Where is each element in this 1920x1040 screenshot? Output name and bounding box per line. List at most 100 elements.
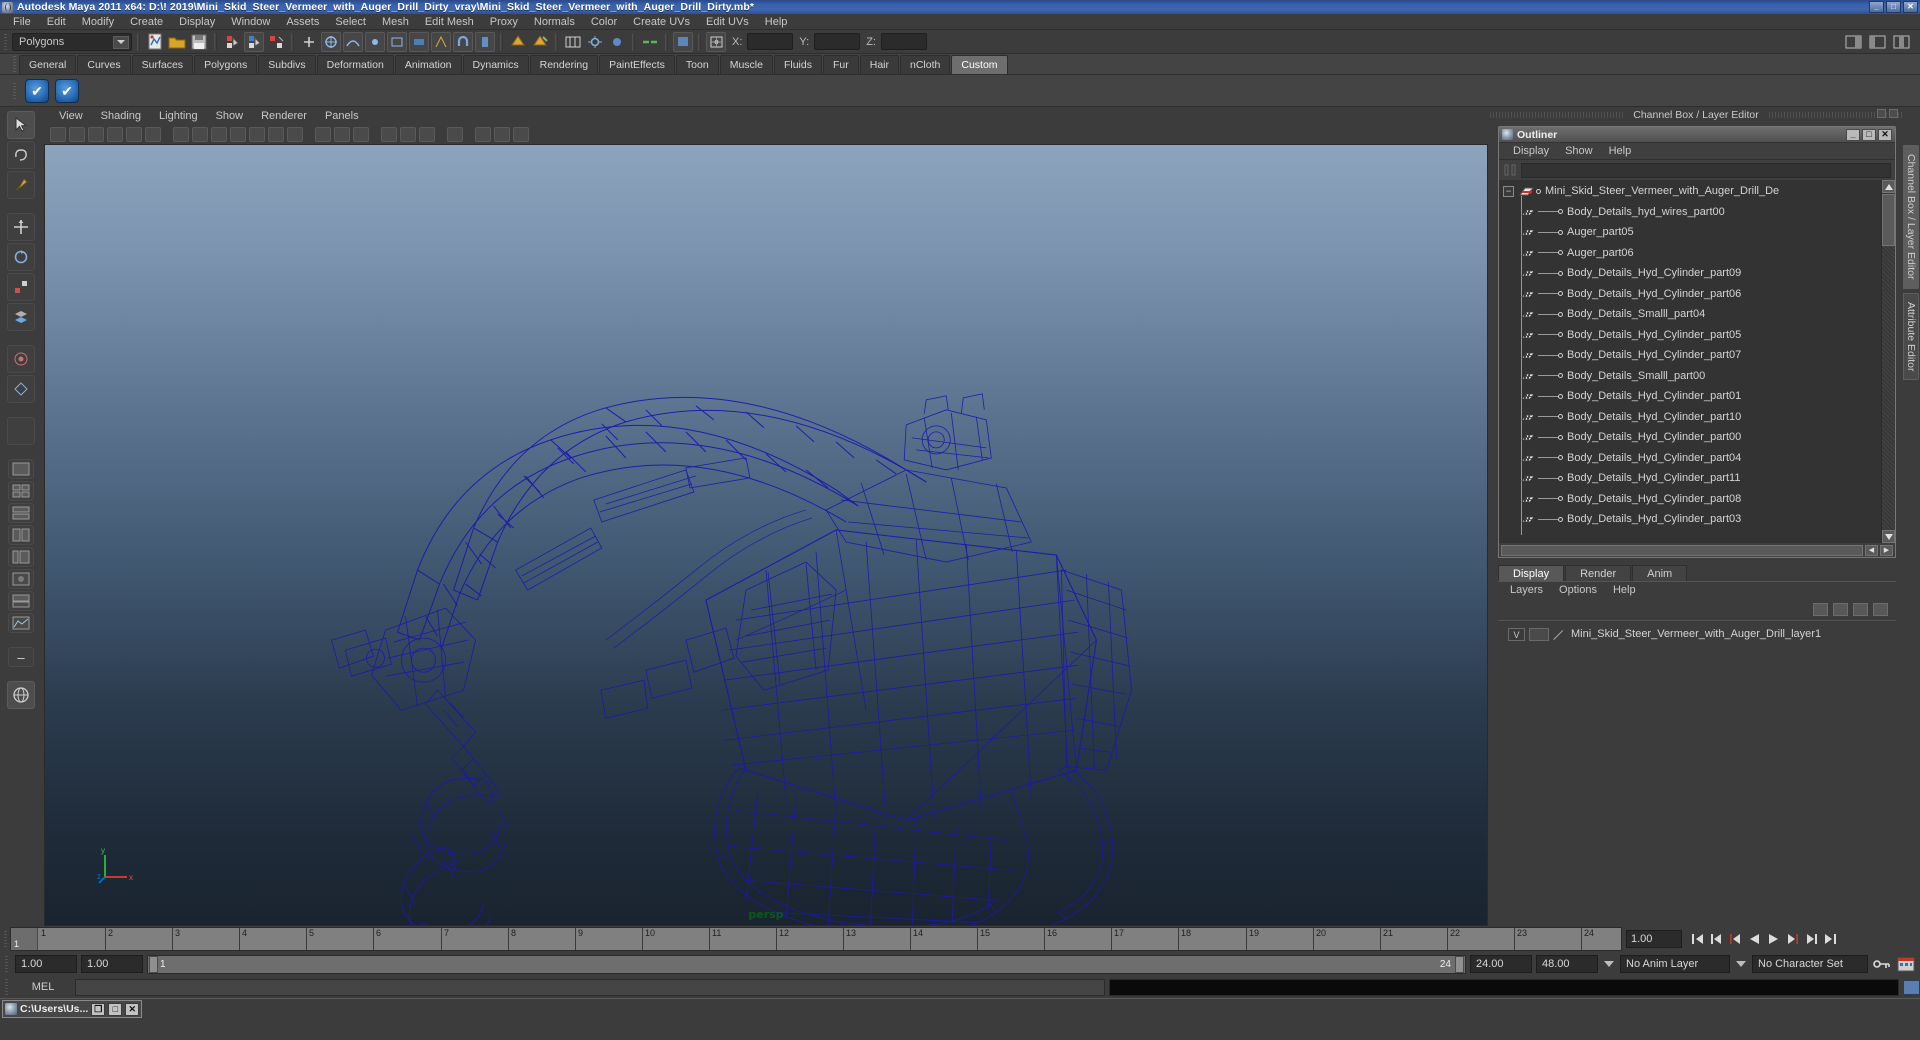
outliner-item-row[interactable]: Body_Details_Hyd_Cylinder_part10 [1499,407,1881,428]
filter-icon[interactable] [1503,163,1517,177]
outliner-item-row[interactable]: Body_Details_Hyd_Cylinder_part07 [1499,345,1881,366]
outliner-item-row[interactable]: Body_Details_hyd_wires_part00 [1499,202,1881,223]
selection-mode-dropdown[interactable]: Polygons [12,32,132,51]
shelf-tab-fluids[interactable]: Fluids [773,55,822,74]
scrollbar-thumb[interactable] [1882,194,1895,246]
menu-modify[interactable]: Modify [74,14,122,30]
shade-wireframe-icon[interactable] [249,126,265,142]
layer-menu-help[interactable]: Help [1605,584,1644,596]
play-backwards-icon[interactable] [1745,930,1763,948]
new-layer-icon[interactable] [1813,602,1828,616]
range-start-time-field[interactable]: 1.00 [81,955,143,973]
menu-display[interactable]: Display [171,14,223,30]
undo-icon[interactable] [222,32,242,52]
side-tab-attribute-editor[interactable]: Attribute Editor [1903,292,1919,380]
layer-menu-options[interactable]: Options [1551,584,1605,596]
outliner-item-row[interactable]: Auger_part05 [1499,222,1881,243]
smooth-shade-all-icon[interactable] [192,126,208,142]
hscrollbar-thumb[interactable] [1501,544,1863,556]
toggle-sidebar-icon[interactable] [1843,32,1863,52]
z-input[interactable] [880,33,927,50]
scroll-left-icon[interactable]: ◀ [1865,544,1878,556]
scroll-right-icon[interactable]: ▶ [1880,544,1893,556]
smooth-shade-selected-icon[interactable] [211,126,227,142]
go-to-start-icon[interactable] [1688,930,1706,948]
x-input[interactable] [747,33,794,50]
tab-display[interactable]: Display [1498,565,1565,581]
toggle-attribute-editor-icon[interactable] [1867,32,1887,52]
layout-four-view-icon[interactable] [8,481,34,501]
outliner-item-row[interactable]: Body_Details_Hyd_Cylinder_part11 [1499,468,1881,489]
check-icon[interactable]: ✔ [55,78,79,103]
layout-hypershade-icon[interactable] [8,569,34,589]
outliner-item-row[interactable]: Body_Details_Hyd_Cylinder_part08 [1499,489,1881,510]
outliner-item-row[interactable]: Body_Details_Hyd_Cylinder_part00 [1499,427,1881,448]
step-forward-key-icon[interactable] [1802,930,1820,948]
outliner-menu-show[interactable]: Show [1557,145,1601,157]
render-globals-icon[interactable] [530,32,550,52]
outliner-item-row[interactable]: Body_Details_Hyd_Cylinder_part03 [1499,509,1881,530]
menu-create-uvs[interactable]: Create UVs [625,14,698,30]
xray-joints-icon[interactable] [353,126,369,142]
render-settings-icon[interactable] [585,32,605,52]
layer-row[interactable]: V Mini_Skid_Steer_Vermeer_with_Auger_Dri… [1498,625,1896,643]
tab-render[interactable]: Render [1565,565,1632,581]
rotate-tool-icon[interactable] [7,243,35,271]
layout-two-stacked-icon[interactable] [8,503,34,523]
scroll-down-icon[interactable] [1882,530,1895,543]
taskbar-item[interactable]: C:\Users\Us... ❐ □ ✕ [2,1000,143,1018]
select-camera-icon[interactable] [50,126,66,142]
perspective-viewport[interactable]: y x z persp [44,144,1488,926]
display-layer-list[interactable]: V Mini_Skid_Steer_Vermeer_with_Auger_Dri… [1498,620,1896,926]
anim-end-time-field[interactable]: 48.00 [1536,955,1598,973]
check-icon[interactable]: ✔ [25,78,49,103]
menu-edit[interactable]: Edit [39,14,74,30]
component-mode-icon[interactable] [706,31,726,52]
shelf-tab-general[interactable]: General [19,55,77,74]
outliner-item-row[interactable]: Body_Details_Hyd_Cylinder_part06 [1499,284,1881,305]
move-layer-down-icon[interactable] [1873,602,1888,616]
menu-select[interactable]: Select [327,14,374,30]
outliner-vertical-scrollbar[interactable] [1881,180,1895,543]
snap-to-plane-icon[interactable] [387,31,407,52]
wireframe-model[interactable] [45,145,1487,925]
xray-display-icon[interactable] [334,126,350,142]
render-view-icon[interactable] [508,32,528,52]
shelf-tab-deformation[interactable]: Deformation [316,55,394,74]
range-slider[interactable]: 1 24 [147,954,1466,974]
layer-display-type-icon[interactable] [1553,628,1567,641]
viewport-menu-shading[interactable]: Shading [92,110,150,122]
scroll-up-icon[interactable] [1882,180,1895,193]
snap-to-point-icon[interactable] [365,31,385,52]
viewport-menu-view[interactable]: View [50,110,92,122]
magnet-options-icon[interactable] [475,31,495,52]
outliner-minimize-button[interactable]: _ [1846,128,1860,141]
minimize-button[interactable]: _ [1869,1,1884,13]
menu-file[interactable]: File [5,14,39,30]
soft-select-tool-icon[interactable] [7,345,35,373]
shelf-tab-muscle[interactable]: Muscle [719,55,773,74]
layout-two-side-icon[interactable] [8,525,34,545]
range-slider-grip[interactable] [4,954,11,974]
outliner-item-row[interactable]: Auger_part06 [1499,243,1881,264]
menu-assets[interactable]: Assets [278,14,327,30]
texture-filtering-icon[interactable] [419,126,435,142]
wireframe-shading-icon[interactable] [173,126,189,142]
universal-manipulator-icon[interactable] [7,303,35,331]
taskbar-maximize-button[interactable]: □ [108,1002,123,1016]
menu-window[interactable]: Window [223,14,278,30]
blank-tool-slot[interactable] [7,417,35,445]
outliner-item-row[interactable]: Body_Details_Smalll_part04 [1499,304,1881,325]
outliner-horizontal-scrollbar[interactable]: ◀ ▶ [1499,543,1895,557]
collapse-icon[interactable]: − [1503,185,1514,197]
side-tab-channel-box[interactable]: Channel Box / Layer Editor [1903,145,1919,289]
viewport-menu-show[interactable]: Show [207,110,253,122]
viewport-menu-panels[interactable]: Panels [316,110,368,122]
shelf-tab-animation[interactable]: Animation [394,55,462,74]
y-input[interactable] [814,33,861,50]
animation-preferences-icon[interactable] [1896,954,1916,974]
chevron-down-icon[interactable] [1734,955,1748,973]
select-by-hierarchy-icon[interactable] [266,32,286,52]
shelf-tab-hair[interactable]: Hair [859,55,899,74]
snap-to-grid-icon[interactable] [321,31,341,52]
